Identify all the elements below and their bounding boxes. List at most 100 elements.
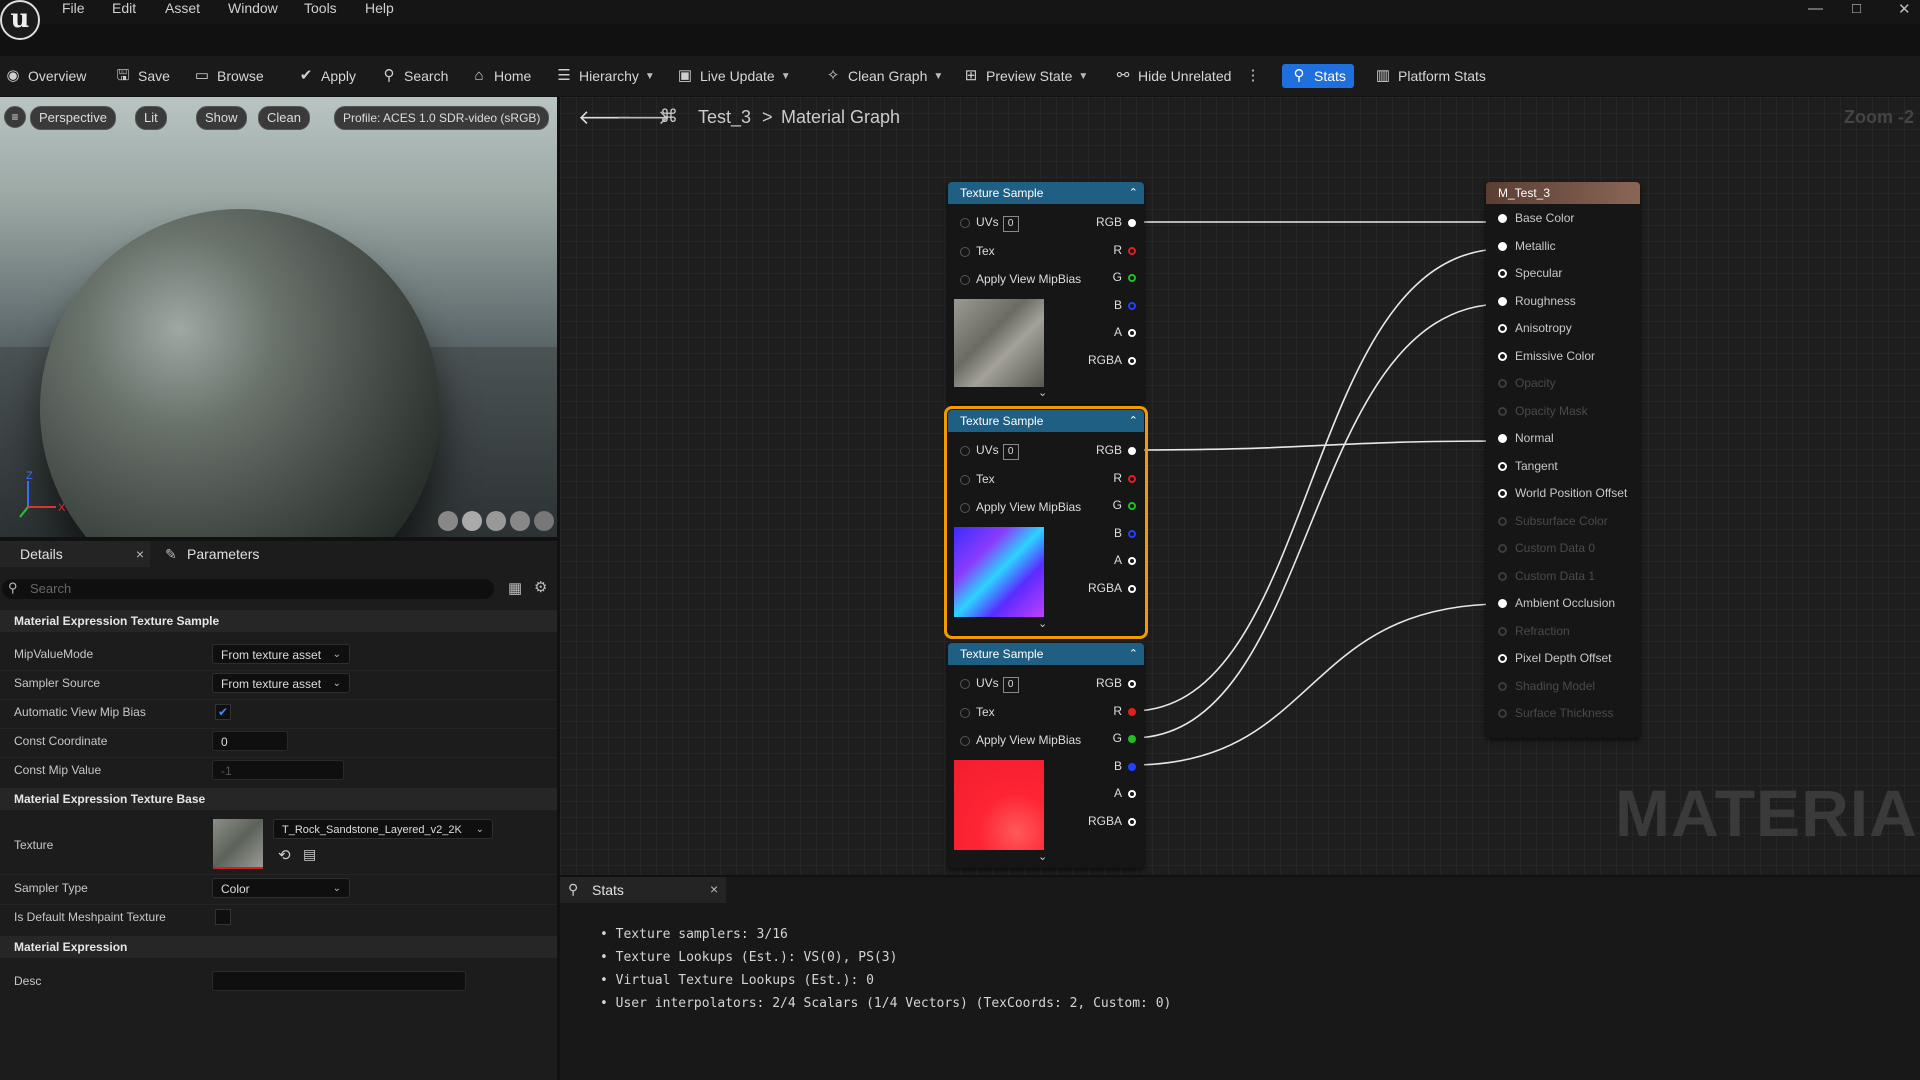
- details-search-box[interactable]: ⚲ Search: [2, 579, 494, 599]
- tab-details[interactable]: Details ×: [0, 541, 150, 567]
- output-pin-rgba[interactable]: RGBA: [1088, 580, 1136, 596]
- uv-index-box[interactable]: 0: [1002, 216, 1019, 232]
- apply-button[interactable]: ✔ Apply: [297, 64, 356, 88]
- material-input-pin[interactable]: Pixel Depth Offset: [1498, 650, 1612, 666]
- clean-graph-button[interactable]: ✧ Clean Graph ▼: [824, 64, 944, 88]
- output-pin-r[interactable]: R: [1113, 470, 1136, 486]
- input-pin-tex[interactable]: Tex: [960, 243, 995, 259]
- more-options-button[interactable]: ⋮: [1244, 64, 1262, 88]
- unreal-logo-icon[interactable]: u: [0, 0, 40, 40]
- texture-thumbnail[interactable]: [213, 819, 263, 869]
- output-pin-a[interactable]: A: [1114, 785, 1136, 801]
- perspective-button[interactable]: Perspective: [30, 106, 116, 130]
- input-pin-uvs[interactable]: UVs 0: [960, 214, 1019, 232]
- material-input-pin[interactable]: Ambient Occlusion: [1498, 595, 1615, 611]
- output-pin-g[interactable]: G: [1113, 269, 1136, 285]
- node-title[interactable]: Texture Sample ⌃: [948, 410, 1144, 432]
- material-input-pin[interactable]: Normal: [1498, 430, 1554, 446]
- output-pin-b[interactable]: B: [1114, 525, 1136, 541]
- menu-help[interactable]: Help: [365, 0, 394, 16]
- tab-stats[interactable]: ⚲ Stats ×: [560, 877, 726, 903]
- output-pin-b[interactable]: B: [1114, 758, 1136, 774]
- output-pin-g[interactable]: G: [1113, 730, 1136, 746]
- show-button[interactable]: Show: [196, 106, 247, 130]
- collapse-icon[interactable]: ⌃: [1129, 410, 1138, 432]
- table-view-icon[interactable]: ▦: [508, 579, 522, 597]
- output-pin-b[interactable]: B: [1114, 297, 1136, 313]
- input-pin-tex[interactable]: Tex: [960, 471, 995, 487]
- sphere-mesh-icon[interactable]: [462, 511, 482, 531]
- output-pin-rgba[interactable]: RGBA: [1088, 352, 1136, 368]
- output-pin-rgb[interactable]: RGB: [1096, 442, 1136, 458]
- profile-button[interactable]: Profile: ACES 1.0 SDR-video (sRGB): [334, 106, 550, 130]
- const-mip-value-field[interactable]: -1: [212, 760, 344, 780]
- output-pin-rgb[interactable]: RGB: [1096, 675, 1136, 691]
- preview-viewport[interactable]: ≡ Z X: [0, 97, 557, 537]
- default-meshpaint-checkbox[interactable]: [215, 909, 231, 925]
- texture-asset-dropdown[interactable]: T_Rock_Sandstone_Layered_v2_2K ⌄: [273, 819, 493, 839]
- collapse-icon[interactable]: ⌃: [1129, 182, 1138, 204]
- minimize-icon[interactable]: —: [1808, 0, 1823, 17]
- material-input-pin[interactable]: Emissive Color: [1498, 348, 1595, 364]
- output-pin-rgb[interactable]: RGB: [1096, 214, 1136, 230]
- sampler-source-dropdown[interactable]: From texture asset ⌄: [212, 673, 350, 693]
- expand-chevron-icon[interactable]: ⌄: [1038, 850, 1047, 863]
- platform-stats-button[interactable]: ▥ Platform Stats: [1374, 64, 1486, 88]
- section-texture-sample[interactable]: Material Expression Texture Sample: [0, 610, 557, 632]
- menu-tools[interactable]: Tools: [304, 0, 337, 16]
- input-pin-apply-view-mipbias[interactable]: Apply View MipBias: [960, 732, 1081, 748]
- home-button[interactable]: ⌂ Home: [470, 64, 531, 88]
- menu-window[interactable]: Window: [228, 0, 278, 16]
- texture-sample-node-1[interactable]: Texture Sample ⌃ UVs 0 Tex Apply View MipB…: [948, 182, 1144, 404]
- material-input-pin[interactable]: Tangent: [1498, 458, 1558, 474]
- node-title[interactable]: Texture Sample ⌃: [948, 643, 1144, 665]
- menu-asset[interactable]: Asset: [165, 0, 200, 16]
- material-output-node[interactable]: M_Test_3 Base Color Metallic Specular Rough…: [1486, 182, 1640, 738]
- cylinder-mesh-icon[interactable]: [438, 511, 458, 531]
- search-button[interactable]: ⚲ Search: [380, 64, 449, 88]
- breadcrumb-asset[interactable]: Test_3: [698, 107, 751, 128]
- plane-mesh-icon[interactable]: [486, 511, 506, 531]
- uv-index-box[interactable]: 0: [1002, 677, 1019, 693]
- hierarchy-button[interactable]: ☰ Hierarchy ▼: [555, 64, 655, 88]
- gear-icon[interactable]: ⚙: [534, 578, 547, 596]
- output-pin-a[interactable]: A: [1114, 324, 1136, 340]
- output-pin-a[interactable]: A: [1114, 552, 1136, 568]
- close-icon[interactable]: ✕: [1898, 0, 1911, 18]
- maximize-icon[interactable]: □: [1852, 0, 1861, 17]
- material-node-title[interactable]: M_Test_3: [1486, 182, 1640, 204]
- texture-sample-node-2[interactable]: Texture Sample ⌃ UVs 0 Tex Apply View MipB…: [944, 406, 1148, 639]
- material-input-pin[interactable]: Metallic: [1498, 238, 1556, 254]
- teapot-mesh-icon[interactable]: [534, 511, 554, 531]
- uv-index-box[interactable]: 0: [1002, 444, 1019, 460]
- clean-button[interactable]: Clean: [258, 106, 310, 130]
- output-pin-g[interactable]: G: [1113, 497, 1136, 513]
- menu-edit[interactable]: Edit: [112, 0, 136, 16]
- output-pin-rgba[interactable]: RGBA: [1088, 813, 1136, 829]
- material-input-pin[interactable]: World Position Offset: [1498, 485, 1627, 501]
- overview-button[interactable]: ◉ Overview: [4, 64, 86, 88]
- cube-mesh-icon[interactable]: [510, 511, 530, 531]
- const-coordinate-field[interactable]: 0: [212, 731, 288, 751]
- preview-state-button[interactable]: ⊞ Preview State ▼: [962, 64, 1089, 88]
- use-selected-icon[interactable]: ⟲: [278, 846, 291, 864]
- browse-asset-icon[interactable]: ▤: [303, 846, 316, 863]
- input-pin-uvs[interactable]: UVs 0: [960, 442, 1019, 460]
- stats-button[interactable]: ⚲ Stats: [1282, 64, 1354, 88]
- output-pin-r[interactable]: R: [1113, 242, 1136, 258]
- node-title[interactable]: Texture Sample ⌃: [948, 182, 1144, 204]
- close-icon[interactable]: ×: [136, 541, 144, 567]
- close-icon[interactable]: ×: [710, 881, 718, 897]
- browse-button[interactable]: ▭ Browse: [193, 64, 264, 88]
- auto-view-mip-bias-checkbox[interactable]: ✔: [215, 704, 231, 720]
- input-pin-tex[interactable]: Tex: [960, 704, 995, 720]
- material-input-pin[interactable]: Base Color: [1498, 210, 1574, 226]
- live-update-button[interactable]: ▣ Live Update ▼: [676, 64, 791, 88]
- material-input-pin[interactable]: Anisotropy: [1498, 320, 1572, 336]
- lit-button[interactable]: Lit: [135, 106, 167, 130]
- mip-value-mode-dropdown[interactable]: From texture asset ⌄: [212, 644, 350, 664]
- input-pin-apply-view-mipbias[interactable]: Apply View MipBias: [960, 499, 1081, 515]
- material-input-pin[interactable]: Roughness: [1498, 293, 1576, 309]
- menu-file[interactable]: File: [62, 0, 85, 16]
- section-material-expression[interactable]: Material Expression: [0, 936, 557, 958]
